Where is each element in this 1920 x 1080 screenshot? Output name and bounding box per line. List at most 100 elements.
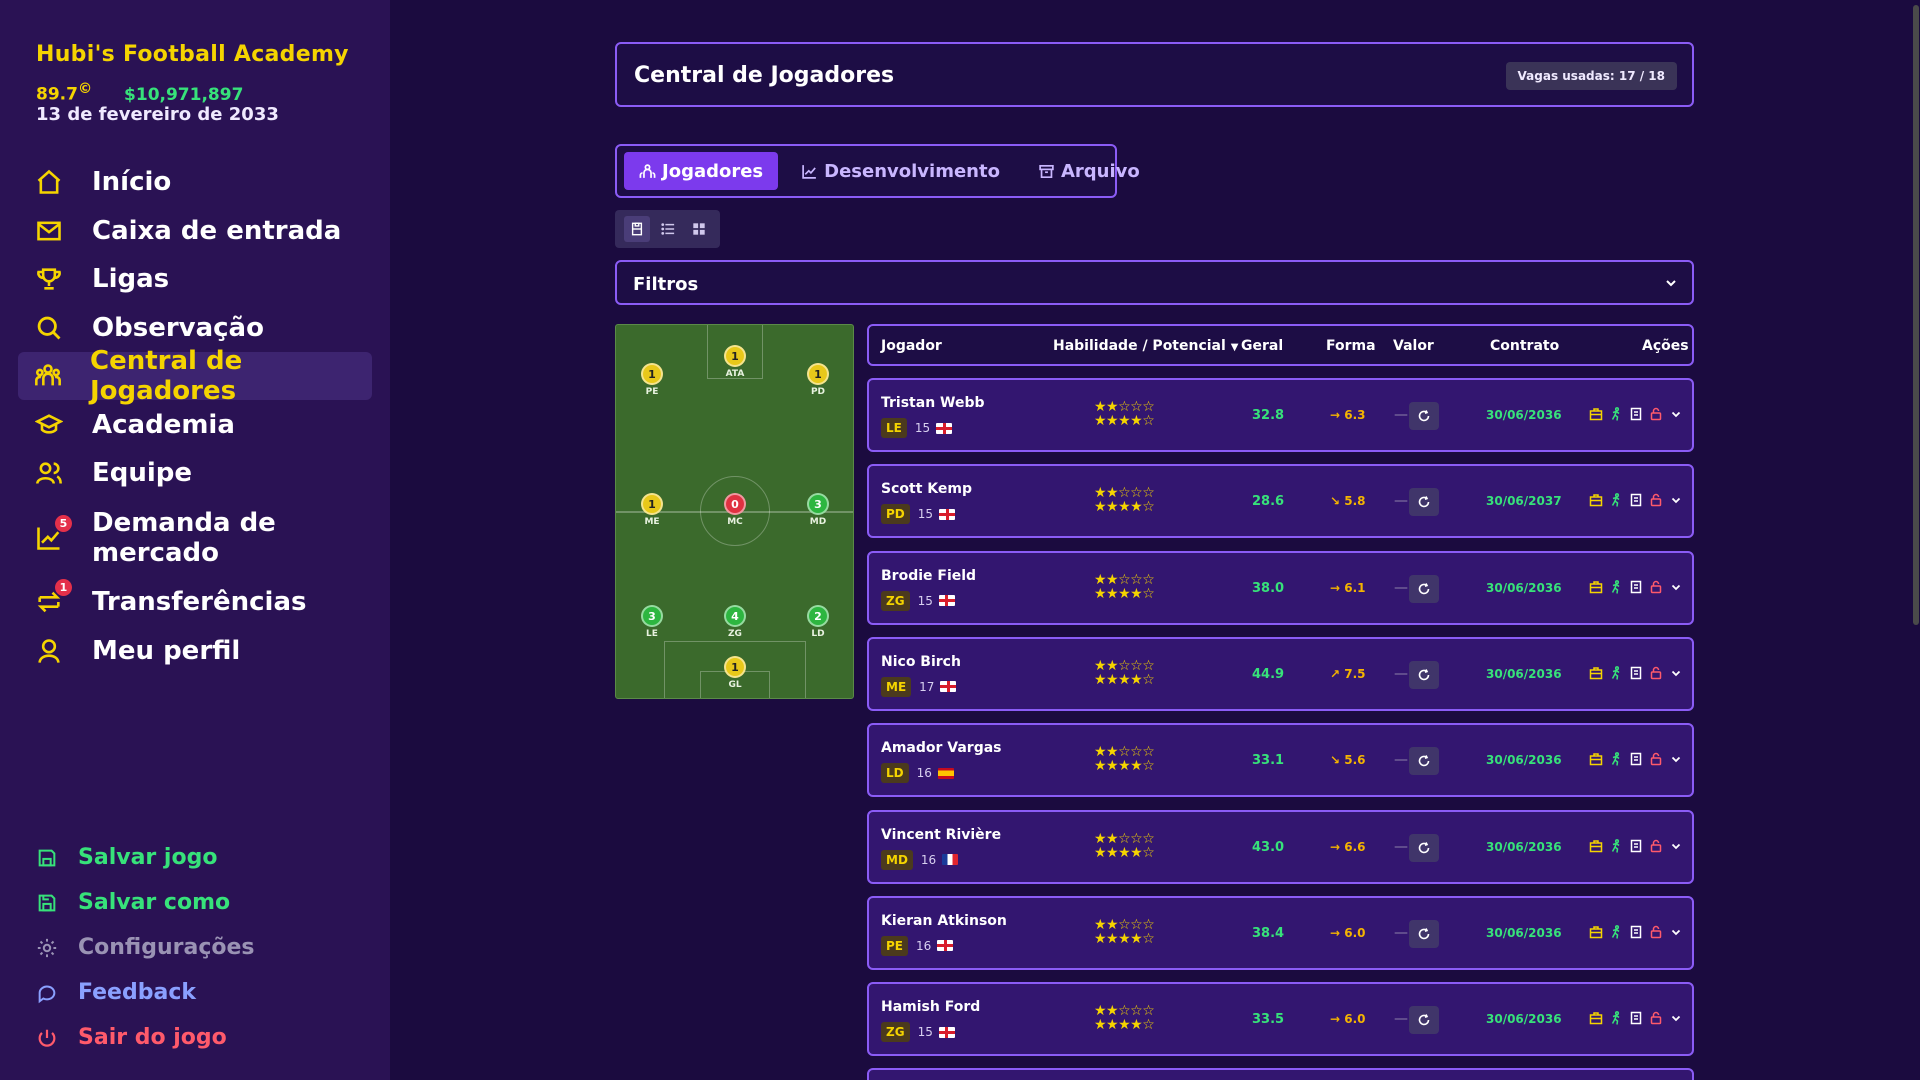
table-row[interactable]: Kieran Atkinson PE 16 ★★☆☆☆ ★★★★☆ 38.4 → 6.0 — 3… bbox=[867, 895, 1694, 970]
chevron-down-icon[interactable] bbox=[1669, 493, 1683, 507]
scrollbar-thumb[interactable] bbox=[1913, 5, 1919, 625]
player-name[interactable]: Nico Birch bbox=[881, 654, 961, 670]
nav-item-inbox[interactable]: Caixa de entrada bbox=[18, 207, 372, 255]
player-name[interactable]: Scott Kemp bbox=[881, 481, 972, 497]
unlock-icon[interactable] bbox=[1649, 925, 1663, 939]
bag-icon[interactable] bbox=[1589, 493, 1603, 507]
chevron-down-icon[interactable] bbox=[1669, 407, 1683, 421]
quit-game-button[interactable]: Sair do jogo bbox=[36, 1015, 255, 1060]
nav-item-staff[interactable]: Equipe bbox=[18, 449, 372, 497]
chevron-down-icon[interactable] bbox=[1669, 752, 1683, 766]
chevron-down-icon[interactable] bbox=[1669, 666, 1683, 680]
refresh-value-button[interactable] bbox=[1409, 1006, 1439, 1035]
report-icon[interactable] bbox=[1629, 1011, 1643, 1025]
bag-icon[interactable] bbox=[1589, 580, 1603, 594]
bag-icon[interactable] bbox=[1589, 1011, 1603, 1025]
pitch-view-button[interactable] bbox=[623, 216, 650, 242]
header-overall[interactable]: Geral bbox=[1241, 338, 1283, 354]
nav-item-scouting[interactable]: Observação bbox=[18, 304, 372, 352]
position-mc[interactable]: 0 MC bbox=[715, 493, 755, 527]
refresh-value-button[interactable] bbox=[1409, 833, 1439, 862]
position-pd[interactable]: 1 PD bbox=[798, 363, 838, 397]
header-player[interactable]: Jogador bbox=[881, 338, 942, 354]
tab-desenvolvimento[interactable]: Desenvolvimento bbox=[786, 152, 1015, 190]
nav-item-transfers[interactable]: 1 Transferências bbox=[18, 578, 372, 626]
training-icon[interactable] bbox=[1609, 752, 1623, 766]
refresh-value-button[interactable] bbox=[1409, 919, 1439, 948]
position-zg[interactable]: 4 ZG bbox=[715, 605, 755, 639]
bag-icon[interactable] bbox=[1589, 925, 1603, 939]
player-name[interactable]: Brodie Field bbox=[881, 568, 976, 584]
save-game-button[interactable]: Salvar jogo bbox=[36, 835, 255, 880]
report-icon[interactable] bbox=[1629, 666, 1643, 680]
refresh-value-button[interactable] bbox=[1409, 402, 1439, 430]
tab-jogadores[interactable]: Jogadores bbox=[624, 152, 779, 190]
training-icon[interactable] bbox=[1609, 666, 1623, 680]
nav-item-player-hub[interactable]: Central de Jogadores bbox=[18, 346, 372, 406]
header-skill-potential[interactable]: Habilidade / Potencial ▼ bbox=[1053, 338, 1238, 354]
player-name[interactable]: Kieran Atkinson bbox=[881, 913, 1007, 929]
table-row[interactable]: Hamish Ford ZG 15 ★★☆☆☆ ★★★★☆ 33.5 → 6.0 — 30/06… bbox=[867, 982, 1694, 1057]
position-le[interactable]: 3 LE bbox=[632, 605, 672, 639]
player-name[interactable]: Vincent Rivière bbox=[881, 827, 1001, 843]
unlock-icon[interactable] bbox=[1649, 752, 1663, 766]
table-row[interactable]: Amador Vargas LD 16 ★★☆☆☆ ★★★★☆ 33.1 ↘ 5.6 — 30/… bbox=[867, 723, 1694, 798]
grid-view-button[interactable] bbox=[686, 216, 712, 242]
table-row[interactable]: Vincent Rivière MD 16 ★★☆☆☆ ★★★★☆ 43.0 → 6.6 — 3… bbox=[867, 809, 1694, 884]
header-form[interactable]: Forma bbox=[1326, 338, 1376, 354]
player-name[interactable]: Tristan Webb bbox=[881, 395, 985, 411]
training-icon[interactable] bbox=[1609, 924, 1623, 939]
bag-icon[interactable] bbox=[1589, 666, 1603, 680]
bag-icon[interactable] bbox=[1589, 839, 1603, 853]
bag-icon[interactable] bbox=[1589, 407, 1603, 421]
position-md[interactable]: 3 MD bbox=[798, 493, 838, 527]
player-name[interactable]: Amador Vargas bbox=[881, 740, 1002, 756]
header-value[interactable]: Valor bbox=[1393, 338, 1434, 354]
chevron-down-icon[interactable] bbox=[1669, 925, 1683, 939]
position-ld[interactable]: 2 LD bbox=[798, 605, 838, 639]
table-row[interactable]: Scott Kemp PD 15 ★★☆☆☆ ★★★★☆ 28.6 ↘ 5.8 — 30/06/… bbox=[867, 464, 1694, 539]
list-view-button[interactable] bbox=[655, 216, 681, 242]
player-name[interactable]: Hamish Ford bbox=[881, 999, 980, 1015]
table-row[interactable]: Tristan Webb LE 15 ★★☆☆☆ ★★★★☆ 32.8 → 6.3 — 30/0… bbox=[867, 378, 1694, 452]
report-icon[interactable] bbox=[1629, 839, 1643, 853]
refresh-value-button[interactable] bbox=[1409, 488, 1439, 517]
unlock-icon[interactable] bbox=[1649, 493, 1663, 507]
report-icon[interactable] bbox=[1629, 407, 1643, 421]
report-icon[interactable] bbox=[1629, 752, 1643, 766]
unlock-icon[interactable] bbox=[1649, 666, 1663, 680]
position-gl[interactable]: 1 GL bbox=[715, 656, 755, 690]
chevron-down-icon[interactable] bbox=[1669, 839, 1683, 853]
tab-arquivo[interactable]: Arquivo bbox=[1023, 152, 1155, 190]
unlock-icon[interactable] bbox=[1649, 407, 1663, 421]
position-pe[interactable]: 1 PE bbox=[632, 363, 672, 397]
nav-item-leagues[interactable]: Ligas bbox=[18, 255, 372, 303]
refresh-value-button[interactable] bbox=[1409, 660, 1439, 689]
nav-item-market-demand[interactable]: 5 Demanda de mercado bbox=[18, 498, 372, 578]
refresh-value-button[interactable] bbox=[1409, 747, 1439, 776]
table-row[interactable]: Nico Birch ME 17 ★★☆☆☆ ★★★★☆ 44.9 ↗ 7.5 — 30/06/… bbox=[867, 636, 1694, 711]
unlock-icon[interactable] bbox=[1649, 839, 1663, 853]
training-icon[interactable] bbox=[1609, 407, 1623, 421]
unlock-icon[interactable] bbox=[1649, 1011, 1663, 1025]
training-icon[interactable] bbox=[1609, 838, 1623, 853]
unlock-icon[interactable] bbox=[1649, 580, 1663, 594]
filters-panel[interactable]: Filtros bbox=[615, 260, 1694, 305]
refresh-value-button[interactable] bbox=[1409, 574, 1439, 603]
report-icon[interactable] bbox=[1629, 925, 1643, 939]
save-as-button[interactable]: Salvar como bbox=[36, 880, 255, 925]
training-icon[interactable] bbox=[1609, 1011, 1623, 1025]
feedback-button[interactable]: Feedback bbox=[36, 970, 255, 1015]
training-icon[interactable] bbox=[1609, 493, 1623, 507]
nav-item-academy[interactable]: Academia bbox=[18, 401, 372, 449]
table-row-partial[interactable] bbox=[867, 1068, 1694, 1080]
settings-button[interactable]: Configurações bbox=[36, 925, 255, 970]
nav-item-inicio[interactable]: Início bbox=[18, 158, 372, 206]
chevron-down-icon[interactable] bbox=[1669, 580, 1683, 594]
position-me[interactable]: 1 ME bbox=[632, 493, 672, 527]
chevron-down-icon[interactable] bbox=[1669, 1011, 1683, 1025]
scrollbar[interactable] bbox=[1912, 0, 1920, 1080]
position-ata[interactable]: 1 ATA bbox=[715, 345, 755, 379]
bag-icon[interactable] bbox=[1589, 752, 1603, 766]
table-row[interactable]: Brodie Field ZG 15 ★★☆☆☆ ★★★★☆ 38.0 → 6.1 — 30/0… bbox=[867, 550, 1694, 625]
